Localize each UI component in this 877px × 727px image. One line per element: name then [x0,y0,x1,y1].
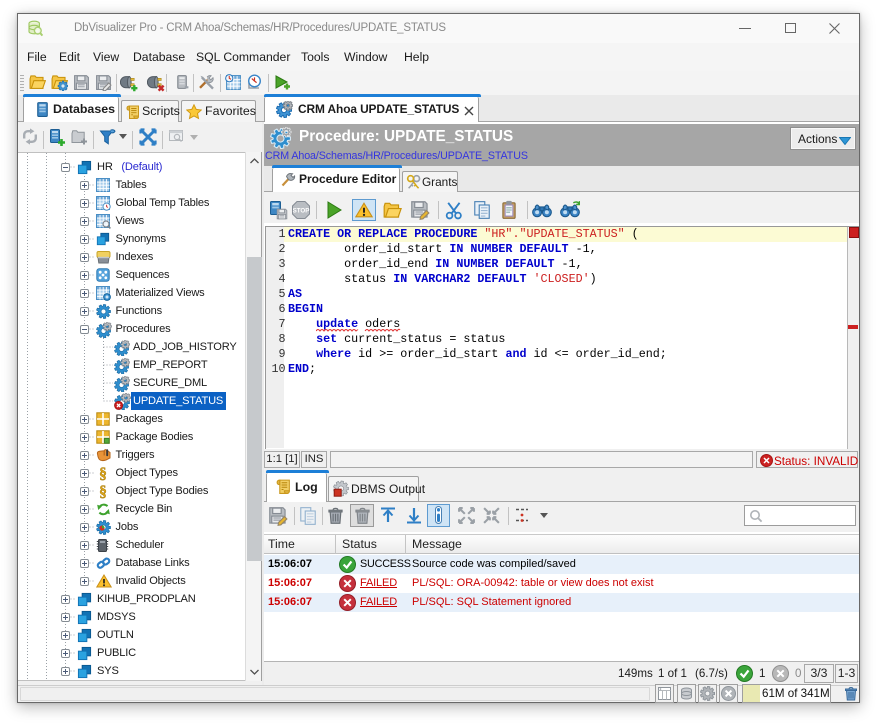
svg-text:§: § [99,484,107,499]
svg-text:§: § [99,466,107,481]
svg-text:STOP: STOP [293,208,310,215]
